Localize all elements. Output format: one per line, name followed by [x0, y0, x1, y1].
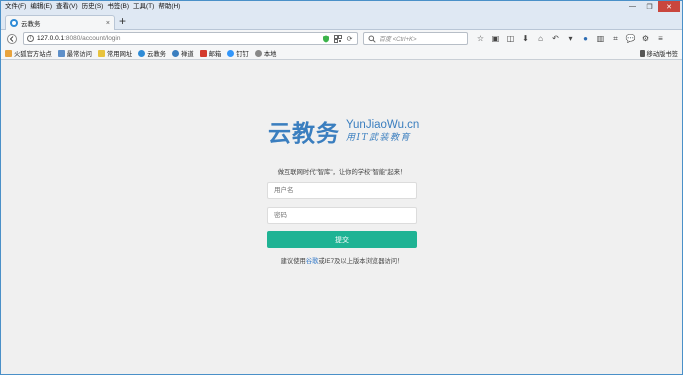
tab-close-icon[interactable]: ×	[106, 20, 110, 27]
bookmark-item[interactable]: 最常访问	[57, 49, 92, 58]
mobile-bookmarks[interactable]: 移动版书签	[639, 47, 678, 60]
url-path: :8080/account/login	[64, 35, 121, 42]
favicon-icon	[10, 19, 18, 27]
submit-button[interactable]: 提交	[267, 231, 417, 248]
restore-button[interactable]: ❐	[641, 1, 658, 12]
new-tab-button[interactable]: +	[119, 15, 126, 28]
shield-icon[interactable]	[321, 34, 330, 43]
bookmark-label: 钉钉	[236, 50, 249, 58]
username-input[interactable]	[267, 182, 417, 199]
bookmark-item[interactable]: 禅道	[172, 49, 194, 58]
bookmark-site-icon	[227, 49, 235, 57]
login-page: 云教务 YunJiaoWu.cn 用IT武装教育 做互联网时代"智库"，让你的学…	[1, 60, 682, 374]
bookmark-item[interactable]: 云教务	[138, 49, 166, 58]
bookmark-label: 云教务	[147, 50, 167, 58]
bookmark-item[interactable]: 邮箱	[199, 49, 222, 58]
logo-domain: YunJiaoWu.cn	[346, 118, 420, 131]
back-icon[interactable]	[6, 33, 18, 45]
menu-history[interactable]: 历史(S)	[80, 1, 106, 13]
bookmark-folder-icon	[97, 49, 105, 57]
tab-title: 云教务	[21, 21, 41, 28]
url-actions: ⟳	[321, 34, 354, 43]
hint-before: 建议使用	[280, 258, 306, 265]
globe-icon	[254, 49, 262, 57]
download-icon[interactable]: ⬇	[520, 33, 531, 44]
bookmark-item[interactable]: 本地	[254, 49, 277, 58]
window-controls: — ❐ ✕	[624, 1, 680, 12]
bookmark-site-icon	[172, 49, 180, 57]
logo-slogan: 用IT武装教育	[346, 132, 412, 143]
library-icon[interactable]: ▣	[490, 33, 501, 44]
url-host: 127.0.0.1	[37, 35, 65, 42]
bookmark-folder-icon	[5, 49, 12, 57]
dropdown-icon[interactable]: ▾	[565, 33, 576, 44]
address-bar[interactable]: i 127.0.0.1:8080/account/login ⟳	[23, 32, 358, 45]
close-window-button[interactable]: ✕	[658, 1, 680, 12]
tab-bar: 云教务 × +	[1, 13, 682, 30]
navigation-bar: i 127.0.0.1:8080/account/login ⟳ 百度 <Ctr…	[1, 30, 682, 47]
tools-icon[interactable]: ⚙	[640, 33, 651, 44]
sidebar-icon[interactable]: ▥	[595, 33, 606, 44]
mobile-icon	[639, 50, 645, 57]
chat-icon[interactable]: 💬	[625, 33, 636, 44]
browser-toolbar: ☆ ▣ ◫ ⬇ ⌂ ↶ ▾ ● ▥ ⌗ 💬 ⚙ ≡	[475, 33, 666, 44]
bookmarks-bar: 火狐官方站点 最常访问 常用网址 云教务 禅道 邮箱 钉钉 本地 移动版书签	[1, 47, 682, 60]
logo: 云教务 YunJiaoWu.cn 用IT武装教育	[268, 114, 419, 148]
mobile-bookmarks-label: 移动版书签	[646, 51, 678, 58]
browser-window: 文件(F) 编辑(E) 查看(V) 历史(S) 书签(B) 工具(T) 帮助(H…	[0, 0, 683, 375]
menu: 文件(F) 编辑(E) 查看(V) 历史(S) 书签(B) 工具(T) 帮助(H…	[1, 1, 182, 13]
menu-view[interactable]: 查看(V)	[54, 1, 80, 13]
bookmark-label: 火狐官方站点	[14, 50, 52, 58]
menu-file[interactable]: 文件(F)	[3, 1, 28, 13]
minimize-button[interactable]: —	[624, 1, 641, 12]
menu-edit[interactable]: 编辑(E)	[28, 1, 54, 13]
hamburger-menu-icon[interactable]: ≡	[655, 33, 666, 44]
menu-tools[interactable]: 工具(T)	[131, 1, 156, 13]
menu-bar: 文件(F) 编辑(E) 查看(V) 历史(S) 书签(B) 工具(T) 帮助(H…	[1, 1, 682, 13]
search-placeholder: 百度 <Ctrl+K>	[379, 37, 417, 43]
tab-active[interactable]: 云教务 ×	[5, 15, 115, 30]
bookmark-item[interactable]: 常用网址	[97, 49, 133, 58]
info-icon[interactable]: i	[27, 35, 34, 42]
bookmark-label: 邮箱	[208, 50, 222, 58]
bookmark-label: 最常访问	[66, 50, 92, 58]
tagline: 做互联网时代"智库"，让你的学校"智能"起来！	[277, 169, 407, 176]
bookmark-item[interactable]: 火狐官方站点	[5, 49, 52, 58]
hint-after: 或IE7及以上版本浏览器访问！	[318, 258, 404, 265]
browser-hint: 建议使用谷歌或IE7及以上版本浏览器访问！	[267, 256, 417, 265]
screenshot-icon[interactable]: ◫	[505, 33, 516, 44]
search-icon	[367, 34, 376, 43]
crop-icon[interactable]: ⌗	[610, 33, 621, 44]
bookmark-label: 禅道	[181, 50, 194, 58]
chrome-link[interactable]: 谷歌	[306, 258, 319, 265]
bookmark-folder-icon	[57, 49, 65, 57]
bookmark-item[interactable]: 钉钉	[227, 49, 249, 58]
menu-help[interactable]: 帮助(H)	[156, 1, 182, 13]
logo-side: YunJiaoWu.cn 用IT武装教育	[346, 119, 419, 144]
search-bar[interactable]: 百度 <Ctrl+K>	[363, 32, 468, 45]
undo-icon[interactable]: ↶	[550, 33, 561, 44]
menu-bookmarks[interactable]: 书签(B)	[105, 1, 131, 13]
gmail-icon	[199, 49, 207, 57]
password-input[interactable]	[267, 207, 417, 224]
bookmark-label: 本地	[263, 50, 277, 58]
account-icon[interactable]: ●	[580, 33, 591, 44]
bookmark-star-icon[interactable]: ☆	[475, 33, 486, 44]
logo-main-text: 云教务	[268, 121, 340, 147]
bookmark-site-icon	[138, 49, 146, 57]
home-icon[interactable]: ⌂	[535, 33, 546, 44]
qr-code-icon[interactable]	[333, 34, 342, 43]
reload-icon[interactable]: ⟳	[345, 34, 354, 43]
bookmark-label: 常用网址	[106, 50, 133, 58]
